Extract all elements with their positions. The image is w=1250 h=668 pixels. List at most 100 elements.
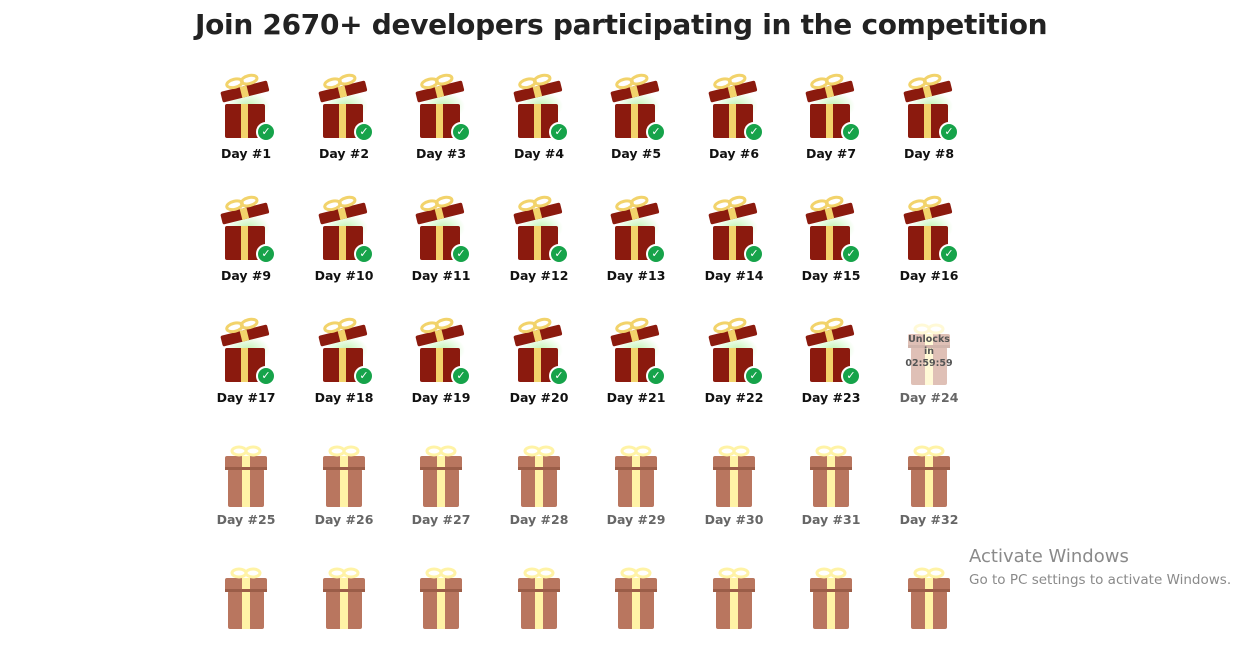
day-tile[interactable]: Day #26 [296,436,392,546]
day-tile[interactable]: ✓ Day #8 [881,70,977,180]
gift-opened-icon: ✓ [414,314,471,388]
day-tile[interactable]: ✓ Day #16 [881,192,977,302]
day-label: Day #21 [606,390,666,405]
day-tile[interactable]: ✓ Day #20 [491,314,587,424]
checkmark-icon: ✓ [354,366,374,386]
day-tile[interactable] [588,558,684,668]
day-tile[interactable]: Day #31 [783,436,879,546]
checkmark-icon: ✓ [256,244,276,264]
gift-locked-icon [414,436,468,510]
gift-locked-icon [609,436,663,510]
countdown-time: 02:59:59 [905,358,953,369]
checkmark-icon: ✓ [451,244,471,264]
gift-opened-icon: ✓ [609,314,666,388]
day-tile[interactable]: ✓ Day #15 [783,192,879,302]
day-label: Day #19 [411,390,471,405]
day-tile[interactable]: ✓ Day #18 [296,314,392,424]
checkmark-icon: ✓ [841,244,861,264]
day-label: Day #17 [216,390,276,405]
day-label: Day #3 [415,146,467,161]
day-tile[interactable] [198,558,294,668]
gift-locked-icon [804,436,858,510]
gift-opened-icon: ✓ [219,70,276,144]
advent-calendar-grid: ✓ Day #1 ✓ Day #2 ✓ Day #3 ✓ Day #4 ✓ Day #5 ✓ Day … [0,0,1250,629]
gift-opened-icon: ✓ [707,192,764,266]
gift-opened-icon: ✓ [707,314,764,388]
day-tile[interactable] [491,558,587,668]
day-tile[interactable]: ✓ Day #7 [783,70,879,180]
day-tile[interactable]: Unlocks in 02:59:59 Day #24 [881,314,977,424]
day-label: Day #14 [704,268,764,283]
day-tile[interactable]: ✓ Day #22 [686,314,782,424]
day-tile[interactable]: ✓ Day #21 [588,314,684,424]
gift-locked-icon [902,436,956,510]
day-tile[interactable]: Day #32 [881,436,977,546]
gift-opened-icon: ✓ [902,192,959,266]
day-label: Day #5 [610,146,662,161]
day-label: Day #32 [899,512,959,527]
gift-locked-icon [707,558,761,632]
gift-opened-icon: ✓ [512,192,569,266]
day-tile[interactable]: ✓ Day #11 [393,192,489,302]
watermark-subtitle: Go to PC settings to activate Windows. [969,572,1232,588]
day-tile[interactable]: ✓ Day #19 [393,314,489,424]
day-tile[interactable]: Day #28 [491,436,587,546]
day-tile[interactable] [783,558,879,668]
watermark-title: Activate Windows [969,546,1129,567]
day-tile[interactable]: Day #29 [588,436,684,546]
gift-opened-icon: ✓ [609,70,666,144]
day-tile[interactable] [296,558,392,668]
checkmark-icon: ✓ [646,122,666,142]
day-tile[interactable]: ✓ Day #12 [491,192,587,302]
gift-locked-icon [219,436,273,510]
gift-locked-icon [609,558,663,632]
checkmark-icon: ✓ [256,122,276,142]
day-tile[interactable]: ✓ Day #13 [588,192,684,302]
checkmark-icon: ✓ [549,244,569,264]
checkmark-icon: ✓ [841,366,861,386]
day-tile[interactable]: ✓ Day #5 [588,70,684,180]
gift-opened-icon: ✓ [317,70,374,144]
day-label: Day #28 [509,512,569,527]
unlock-countdown: Unlocks in 02:59:59 [904,334,954,370]
day-label: Day #8 [903,146,955,161]
gift-opened-icon: ✓ [609,192,666,266]
day-tile[interactable]: ✓ Day #3 [393,70,489,180]
day-tile[interactable]: ✓ Day #17 [198,314,294,424]
day-label: Day #2 [318,146,370,161]
day-tile[interactable] [881,558,977,668]
day-label: Day #23 [801,390,861,405]
gift-opened-icon: ✓ [317,192,374,266]
day-tile[interactable]: Day #25 [198,436,294,546]
gift-locked-icon [317,558,371,632]
day-tile[interactable]: ✓ Day #23 [783,314,879,424]
checkmark-icon: ✓ [354,244,374,264]
day-tile[interactable]: Day #30 [686,436,782,546]
day-label: Day #15 [801,268,861,283]
day-tile[interactable] [686,558,782,668]
day-tile[interactable]: ✓ Day #14 [686,192,782,302]
countdown-label: Unlocks in [908,334,950,357]
day-tile[interactable]: Day #27 [393,436,489,546]
gift-locked-icon [902,558,956,632]
day-tile[interactable]: ✓ Day #4 [491,70,587,180]
day-tile[interactable]: ✓ Day #9 [198,192,294,302]
day-tile[interactable]: ✓ Day #2 [296,70,392,180]
day-label: Day #22 [704,390,764,405]
day-label: Day #29 [606,512,666,527]
day-tile[interactable] [393,558,489,668]
gift-locked-icon [804,558,858,632]
day-label: Day #7 [805,146,857,161]
day-label: Day #25 [216,512,276,527]
day-tile[interactable]: ✓ Day #6 [686,70,782,180]
gift-locked-icon [219,558,273,632]
day-label: Day #4 [513,146,565,161]
day-tile[interactable]: ✓ Day #1 [198,70,294,180]
day-label: Day #27 [411,512,471,527]
checkmark-icon: ✓ [256,366,276,386]
checkmark-icon: ✓ [744,244,764,264]
day-tile[interactable]: ✓ Day #10 [296,192,392,302]
checkmark-icon: ✓ [841,122,861,142]
day-label: Day #20 [509,390,569,405]
gift-locked-icon [512,558,566,632]
